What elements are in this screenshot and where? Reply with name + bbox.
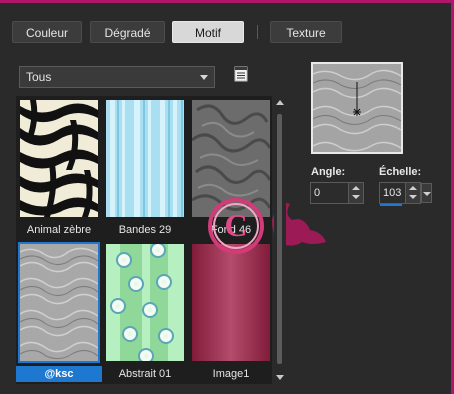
category-select[interactable]: Tous (19, 66, 215, 88)
scale-value[interactable]: 103 (383, 183, 401, 203)
pattern-menu-icon[interactable] (233, 66, 249, 82)
angle-handle-icon (353, 108, 361, 116)
scrollbar-thumb[interactable] (277, 114, 282, 364)
pattern-grid-scrollbar[interactable] (274, 96, 286, 384)
pattern-label: Image1 (212, 368, 250, 380)
increment-icon[interactable] (352, 186, 360, 190)
window-frame-top (0, 0, 454, 3)
tab-texture[interactable]: Texture (270, 21, 342, 43)
pattern-label: Abstrait 01 (118, 368, 172, 380)
angle-stepper[interactable] (348, 183, 363, 203)
angle-label: Angle: (311, 166, 346, 178)
pattern-item-abstrait-01[interactable]: Abstrait 01 (102, 240, 188, 384)
tab-couleur[interactable]: Couleur (12, 21, 82, 43)
gray-texture-pattern-thumbnail (18, 242, 100, 363)
angle-spinbox[interactable]: 0 (310, 182, 364, 204)
stripes-pattern-thumbnail (106, 100, 184, 217)
pattern-label: Bandes 29 (118, 224, 172, 236)
scale-focus-indicator (380, 204, 402, 206)
chevron-down-icon (200, 75, 208, 80)
pattern-label: @ksc (16, 366, 102, 382)
pattern-preview[interactable] (311, 62, 403, 154)
pattern-item-animal-zebre[interactable]: Animal zèbre (16, 96, 102, 240)
decrement-icon[interactable] (352, 195, 360, 199)
angle-value[interactable]: 0 (314, 183, 320, 203)
tab-motif[interactable]: Motif (172, 21, 244, 43)
scroll-down-icon[interactable] (276, 375, 284, 380)
pattern-item-ksc[interactable]: @ksc (16, 240, 102, 384)
decrement-icon[interactable] (409, 195, 417, 199)
scale-dropdown-icon[interactable] (421, 183, 432, 203)
pattern-item-bandes-29[interactable]: Bandes 29 (102, 96, 188, 240)
zebra-pattern-thumbnail (20, 100, 98, 217)
scale-label: Échelle: (379, 166, 422, 178)
category-select-value: Tous (26, 70, 52, 84)
pattern-grid: Animal zèbre Bandes 29 Fond 46 @ksc Abst… (16, 96, 326, 384)
tab-degrade[interactable]: Dégradé (90, 21, 165, 43)
scale-stepper[interactable] (405, 183, 420, 203)
scale-spinbox[interactable]: 103 (379, 182, 432, 206)
increment-icon[interactable] (409, 186, 417, 190)
svg-text:C: C (224, 207, 247, 243)
green-circles-pattern-thumbnail (106, 244, 184, 361)
tab-separator (257, 25, 258, 39)
scroll-up-icon[interactable] (276, 100, 284, 105)
pattern-label: Animal zèbre (26, 224, 92, 236)
